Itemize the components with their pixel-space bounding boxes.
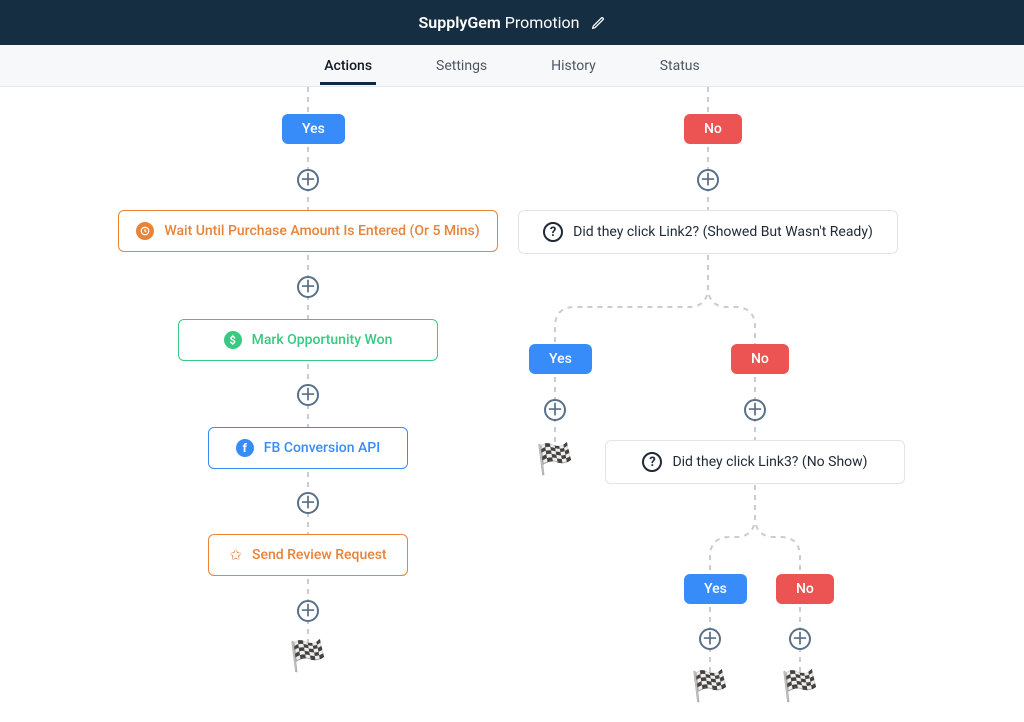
end-flag-icon: 🏁	[536, 442, 573, 477]
page-header: SupplyGem Promotion	[0, 0, 1024, 45]
end-flag-icon: 🏁	[781, 669, 818, 704]
question-icon: ?	[543, 222, 563, 242]
tab-history[interactable]: History	[547, 47, 600, 84]
add-step-button[interactable]: ＋	[744, 399, 766, 421]
add-step-button[interactable]: ＋	[789, 628, 811, 650]
step-label: Did they click Link3? (No Show)	[672, 454, 867, 470]
step-label: FB Conversion API	[264, 440, 380, 456]
branch-yes-1[interactable]: Yes	[282, 114, 345, 144]
branch-no-2[interactable]: No	[731, 344, 789, 374]
add-step-button[interactable]: ＋	[297, 384, 319, 406]
step-mark-won[interactable]: $ Mark Opportunity Won	[178, 319, 438, 361]
tab-settings[interactable]: Settings	[432, 47, 491, 84]
title-bold: SupplyGem	[419, 13, 501, 32]
step-label: Mark Opportunity Won	[252, 332, 393, 348]
connectors	[0, 87, 1024, 722]
clock-icon	[136, 222, 154, 240]
add-step-button[interactable]: ＋	[297, 169, 319, 191]
add-step-button[interactable]: ＋	[544, 399, 566, 421]
tab-bar: Actions Settings History Status	[0, 45, 1024, 87]
add-step-button[interactable]: ＋	[297, 600, 319, 622]
add-step-button[interactable]: ＋	[297, 492, 319, 514]
facebook-icon: f	[236, 439, 254, 457]
step-question-link2[interactable]: ? Did they click Link2? (Showed But Wasn…	[518, 210, 898, 254]
step-send-review[interactable]: ✩ Send Review Request	[208, 534, 408, 576]
page-title: SupplyGem Promotion	[419, 13, 580, 32]
workflow-canvas[interactable]: Yes ＋ Wait Until Purchase Amount Is Ente…	[0, 87, 1024, 722]
step-fb-conversion[interactable]: f FB Conversion API	[208, 427, 408, 469]
star-icon: ✩	[229, 546, 242, 564]
end-flag-icon: 🏁	[289, 639, 326, 674]
step-wait-purchase[interactable]: Wait Until Purchase Amount Is Entered (O…	[118, 210, 498, 252]
step-label: Wait Until Purchase Amount Is Entered (O…	[164, 223, 479, 239]
title-rest: Promotion	[501, 13, 580, 32]
end-flag-icon: 🏁	[691, 669, 728, 704]
branch-yes-2[interactable]: Yes	[529, 344, 592, 374]
branch-yes-3[interactable]: Yes	[684, 574, 747, 604]
step-label: Did they click Link2? (Showed But Wasn't…	[573, 224, 873, 240]
branch-no-1[interactable]: No	[684, 114, 742, 144]
branch-no-3[interactable]: No	[776, 574, 834, 604]
add-step-button[interactable]: ＋	[297, 276, 319, 298]
step-question-link3[interactable]: ? Did they click Link3? (No Show)	[605, 440, 905, 484]
tab-actions[interactable]: Actions	[320, 47, 376, 85]
add-step-button[interactable]: ＋	[697, 169, 719, 191]
add-step-button[interactable]: ＋	[699, 628, 721, 650]
tab-status[interactable]: Status	[656, 47, 704, 84]
question-icon: ?	[642, 452, 662, 472]
edit-title-icon[interactable]	[591, 16, 605, 30]
dollar-icon: $	[224, 331, 242, 349]
step-label: Send Review Request	[252, 547, 387, 563]
